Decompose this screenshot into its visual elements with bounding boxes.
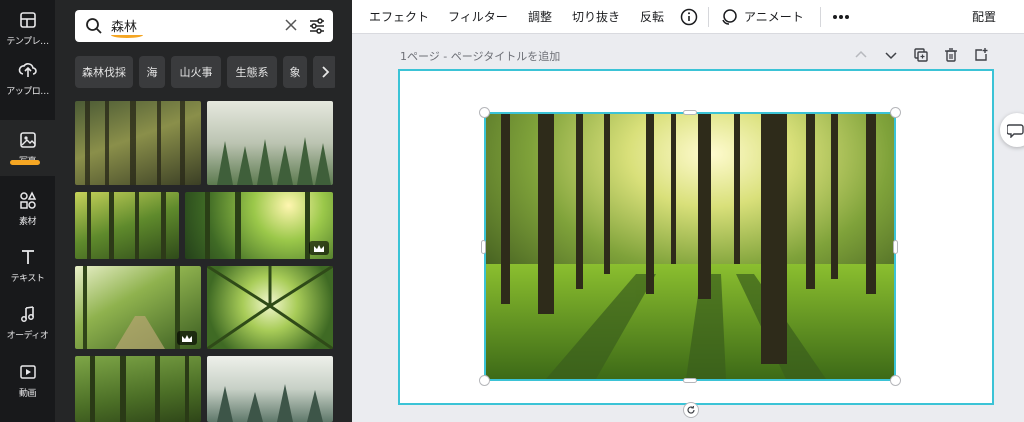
rail-item-elements[interactable]: 素材 <box>0 180 55 236</box>
resize-handle[interactable] <box>683 110 697 115</box>
photo-thumbnail[interactable] <box>207 101 333 185</box>
rail-item-templates[interactable]: テンプレ… <box>0 0 55 56</box>
flip-button[interactable]: 反転 <box>640 8 664 25</box>
premium-badge <box>309 241 329 255</box>
rail-item-video[interactable]: 動画 <box>0 352 55 408</box>
upload-cloud-icon <box>18 62 37 77</box>
filter-button[interactable]: フィルター <box>448 8 508 25</box>
rotate-icon <box>687 405 695 414</box>
selected-photo[interactable] <box>484 112 896 381</box>
chip[interactable]: 山火事 <box>171 56 221 88</box>
close-icon[interactable] <box>282 16 300 34</box>
foggy-forest-image <box>217 384 323 422</box>
rail-label: 動画 <box>18 388 37 399</box>
premium-badge <box>177 331 197 345</box>
chevron-down-icon[interactable] <box>883 47 899 63</box>
duplicate-page-icon[interactable] <box>913 47 929 63</box>
highlight-mark <box>111 32 143 38</box>
add-page-icon[interactable] <box>973 47 989 63</box>
left-rail: テンプレ… アップロ… 写真 素材 テキスト オーディオ 動画 <box>0 0 55 422</box>
rotate-handle[interactable] <box>683 402 699 418</box>
template-icon <box>19 11 36 28</box>
trash-icon[interactable] <box>943 47 959 63</box>
animate-icon <box>722 9 737 25</box>
resize-handle[interactable] <box>479 375 490 386</box>
highlight-mark <box>10 160 40 165</box>
comment-icon <box>1007 124 1024 138</box>
filter-sliders-icon[interactable] <box>307 16 327 36</box>
rail-item-text[interactable]: テキスト <box>0 237 55 293</box>
animate-button[interactable]: アニメート <box>744 8 804 25</box>
adjust-button[interactable]: 調整 <box>528 8 552 25</box>
add-comment-button[interactable] <box>1000 113 1024 147</box>
forest-photo-image <box>486 114 894 379</box>
forest-sunbeam-image <box>87 192 166 259</box>
canopy-image <box>207 266 333 349</box>
photo-thumbnail[interactable] <box>185 192 333 259</box>
rail-item-audio[interactable]: オーディオ <box>0 294 55 350</box>
photo-icon <box>19 131 36 148</box>
toolbar-divider <box>820 7 821 27</box>
effects-button[interactable]: エフェクト <box>369 8 429 25</box>
search-icon <box>86 18 102 34</box>
photo-thumbnail[interactable] <box>75 192 179 259</box>
resize-handle[interactable] <box>890 107 901 118</box>
resize-handle[interactable] <box>479 107 490 118</box>
photo-thumbnail[interactable] <box>75 101 201 185</box>
chip[interactable]: 生態系 <box>227 56 277 88</box>
crown-icon <box>182 334 192 342</box>
rail-label: テキスト <box>10 273 45 284</box>
rail-item-uploads[interactable]: アップロ… <box>0 50 55 106</box>
suggestion-chips: 森林伐採 海 山火事 生態系 象 砂 <box>75 56 335 88</box>
text-icon <box>21 249 34 264</box>
resize-handle[interactable] <box>890 375 901 386</box>
forest-image <box>90 356 189 422</box>
rail-label: オーディオ <box>6 330 49 341</box>
rail-label: テンプレ… <box>6 36 49 47</box>
resize-handle[interactable] <box>893 240 898 254</box>
search-box[interactable]: 森林 <box>75 10 333 42</box>
chips-next-button[interactable] <box>315 56 335 88</box>
toolbar-divider <box>708 7 709 27</box>
page-title[interactable]: 1ページ - ページタイトルを追加 <box>400 48 560 64</box>
chip[interactable]: 象 <box>283 56 307 88</box>
photo-thumbnail[interactable] <box>207 266 333 349</box>
music-note-icon <box>20 305 34 322</box>
chip[interactable]: 海 <box>139 56 165 88</box>
rail-label: アップロ… <box>6 86 49 97</box>
forest-image <box>85 101 185 185</box>
video-icon <box>19 364 36 379</box>
info-icon[interactable] <box>680 8 698 26</box>
chevron-up-icon[interactable] <box>853 47 869 63</box>
resize-handle[interactable] <box>481 240 486 254</box>
chip[interactable]: 森林伐採 <box>75 56 133 88</box>
chevron-right-icon <box>322 66 330 78</box>
crown-icon <box>314 244 324 252</box>
rail-label: 素材 <box>18 216 37 227</box>
more-options-icon[interactable] <box>832 14 850 20</box>
elements-icon <box>19 190 36 209</box>
rail-item-photos[interactable]: 写真 <box>0 120 55 176</box>
resize-handle[interactable] <box>683 378 697 383</box>
foggy-forest-image <box>217 137 331 185</box>
photo-thumbnail[interactable] <box>75 266 201 349</box>
editor-toolbar: エフェクト フィルター 調整 切り抜き 反転 アニメート 配置 <box>352 0 1024 34</box>
position-button[interactable]: 配置 <box>972 8 996 25</box>
photo-thumbnail[interactable] <box>75 356 201 422</box>
photo-thumbnail[interactable] <box>207 356 333 422</box>
crop-button[interactable]: 切り抜き <box>572 8 620 25</box>
